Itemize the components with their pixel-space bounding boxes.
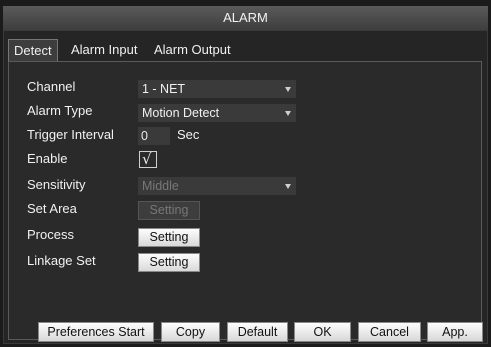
linkage-set-setting-button[interactable]: Setting [138, 253, 200, 272]
sensitivity-select[interactable]: Middle [138, 177, 296, 195]
chevron-down-icon [285, 184, 291, 189]
checkmark-icon: √ [142, 150, 152, 168]
chevron-down-icon [285, 87, 291, 92]
linkage-set-label: Linkage Set [27, 253, 96, 268]
copy-button[interactable]: Copy [161, 322, 220, 342]
process-label: Process [27, 227, 74, 242]
channel-value: 1 - NET [142, 82, 186, 96]
enable-label: Enable [27, 151, 68, 166]
alarm-type-value: Motion Detect [142, 106, 220, 120]
set-area-setting-button[interactable]: Setting [138, 201, 200, 220]
trigger-interval-label: Trigger Interval [27, 127, 114, 142]
tab-alarm-input[interactable]: Alarm Input [66, 39, 142, 61]
channel-label: Channel [27, 79, 76, 94]
tab-detect[interactable]: Detect [8, 39, 58, 61]
sensitivity-label: Sensitivity [27, 177, 86, 192]
alarm-type-label: Alarm Type [27, 103, 93, 118]
cancel-button[interactable]: Cancel [358, 322, 421, 342]
channel-select[interactable]: 1 - NET [138, 80, 296, 98]
enable-checkbox[interactable]: √ [139, 150, 157, 168]
window-title: ALARM [3, 6, 488, 31]
preferences-start-button[interactable]: Preferences Start [38, 322, 154, 342]
sensitivity-value: Middle [142, 179, 179, 193]
ok-button[interactable]: OK [294, 322, 351, 342]
set-area-label: Set Area [27, 201, 77, 216]
trigger-interval-unit: Sec [177, 127, 200, 142]
apply-button[interactable]: App. [427, 322, 483, 342]
default-button[interactable]: Default [227, 322, 288, 342]
process-setting-button[interactable]: Setting [138, 228, 200, 247]
alarm-type-select[interactable]: Motion Detect [138, 104, 296, 122]
chevron-down-icon [285, 111, 291, 116]
tab-alarm-output[interactable]: Alarm Output [149, 39, 236, 61]
trigger-interval-input[interactable]: 0 [138, 127, 170, 145]
